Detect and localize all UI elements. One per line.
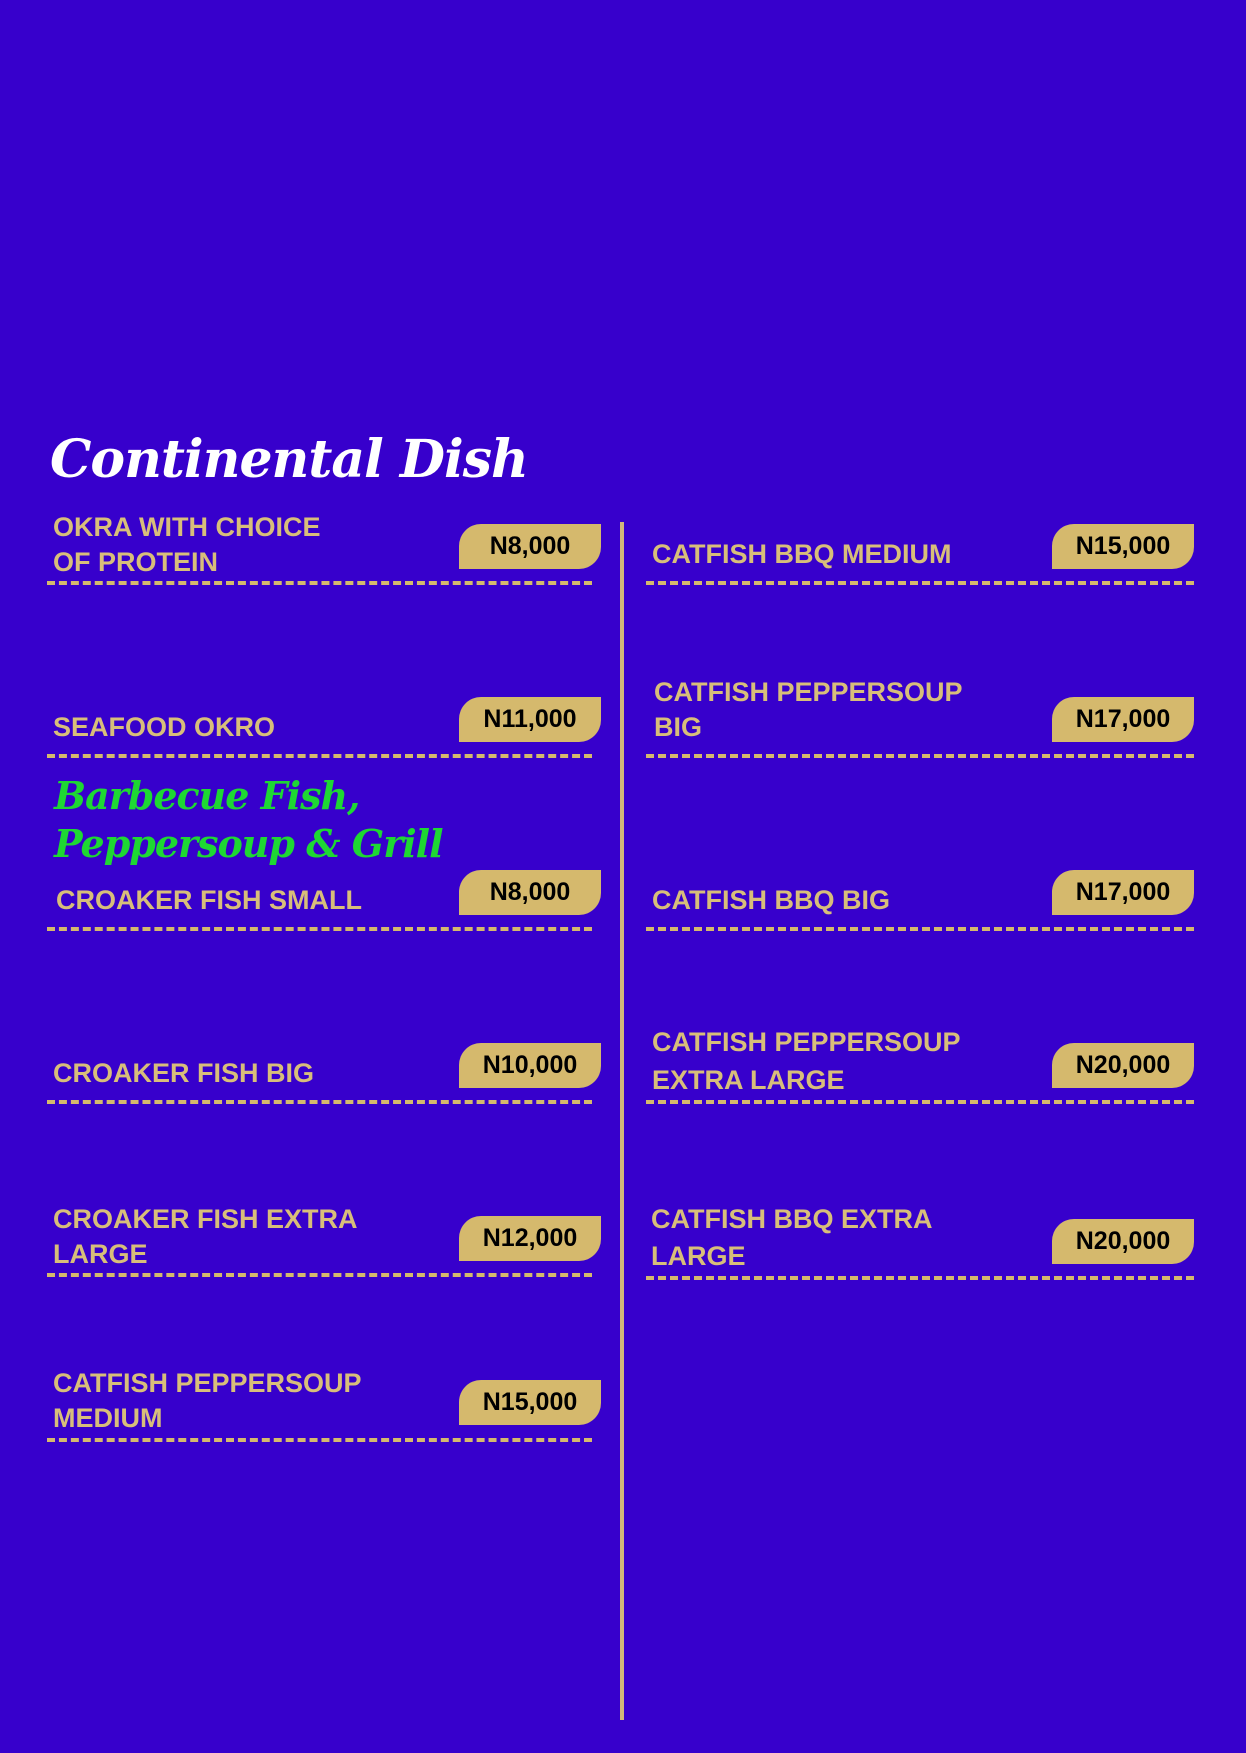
price-badge: N12,000	[459, 1216, 601, 1261]
dotted-separator	[646, 1276, 1194, 1280]
price-badge: N17,000	[1052, 697, 1194, 742]
item-name: CATFISH PEPPERSOUP BIG	[654, 677, 963, 742]
item-name: CATFISH BBQ MEDIUM	[652, 539, 952, 569]
price-badge: N11,000	[459, 697, 601, 742]
dotted-separator	[646, 581, 1194, 585]
dotted-separator	[47, 581, 592, 585]
continental-dish-title: Continental Dish	[50, 429, 529, 490]
dotted-separator	[47, 1100, 592, 1104]
price-badge: N15,000	[1052, 524, 1194, 569]
price-badge: N8,000	[459, 524, 601, 569]
item-name: CROAKER FISH SMALL	[56, 885, 362, 915]
item-name: SEAFOOD OKRO	[53, 712, 276, 742]
item-name: CATFISH BBQ EXTRA LARGE	[651, 1204, 933, 1271]
price-badge: N17,000	[1052, 870, 1194, 915]
dotted-separator	[646, 754, 1194, 758]
dotted-separator	[646, 1100, 1194, 1104]
price-badge: N20,000	[1052, 1219, 1194, 1264]
item-name: CATFISH BBQ BIG	[652, 885, 890, 915]
dotted-separator	[47, 1273, 592, 1277]
item-name: CATFISH PEPPERSOUP MEDIUM	[53, 1368, 362, 1433]
price-badge: N15,000	[459, 1380, 601, 1425]
price-badge: N10,000	[459, 1043, 601, 1088]
dotted-separator	[47, 1438, 592, 1442]
dotted-separator	[47, 927, 592, 931]
price-badge: N8,000	[459, 870, 601, 915]
barbecue-section-title: Barbecue Fish, Peppersoup & Grill	[54, 773, 444, 866]
dotted-separator	[47, 754, 592, 758]
price-badge: N20,000	[1052, 1043, 1194, 1088]
item-name: CROAKER FISH BIG	[53, 1058, 315, 1088]
item-name: CROAKER FISH EXTRA LARGE	[53, 1204, 358, 1269]
item-name: OKRA WITH CHOICE OF PROTEIN	[53, 512, 321, 577]
item-name: CATFISH PEPPERSOUP EXTRA LARGE	[652, 1027, 961, 1095]
dotted-separator	[646, 927, 1194, 931]
column-divider	[620, 522, 624, 1720]
